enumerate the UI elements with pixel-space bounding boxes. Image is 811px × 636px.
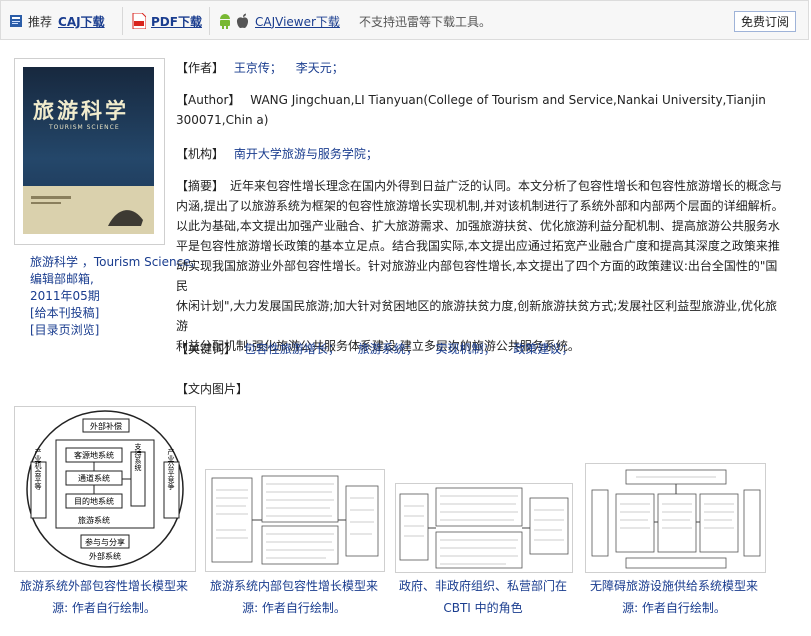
flowchart-thumbnail [211, 475, 379, 565]
journal-cover-image[interactable]: 旅游科学 TOURISM SCIENCE [23, 67, 154, 234]
figure-caption[interactable]: 政府、非政府组织、私营部门在 CBTI 中的角色 [393, 575, 573, 619]
figures-heading: 【文内图片】 [176, 379, 788, 399]
abstract-line: 动实现我国旅游业外部包容性增长。针对旅游业内部包容性增长,本文提出了四个方面的政… [176, 259, 778, 293]
author-link[interactable]: 李天元； [296, 61, 344, 75]
figure-caption[interactable]: 无障碍旅游设施供给系统模型来 源: 作者自行绘制。 [584, 575, 764, 619]
abstract-line: 休闲计划",大力发展国民旅游;加大针对贫困地区的旅游扶贫力度,创新旅游扶贫方式;… [176, 299, 778, 333]
system-model-diagram: 外部补偿 产业机会平等 产业公平竞争 客源地系统 通道系统 目的地系统 支持系统… [26, 410, 184, 568]
keyword-link[interactable]: 政策建议； [513, 342, 573, 356]
apple-icon [236, 13, 249, 29]
keywords-row: 【关键词】 包容性旅游增长； 旅游系统； 实现机制； 政策建议； [176, 339, 788, 359]
facility-model-thumbnail [591, 469, 761, 569]
submit-link[interactable]: [给本刊投稿] [30, 306, 99, 320]
institution-link[interactable]: 南开大学旅游与服务学院； [234, 147, 378, 161]
diagram-label: 通道系统 [78, 473, 110, 483]
caption-line: 源: 作者自行绘制。 [52, 601, 156, 615]
figure-thumbnail[interactable]: 外部补偿 产业机会平等 产业公平竞争 客源地系统 通道系统 目的地系统 支持系统… [14, 406, 196, 572]
author-label: 【作者】 [176, 61, 225, 75]
cajviewer-item: CAJViewer下载 [218, 12, 340, 30]
download-note: 不支持迅雷等下载工具。 [359, 12, 491, 30]
keywords-label: 【关键词】 [176, 342, 237, 356]
editorial-email[interactable]: 编辑部邮箱, [30, 271, 160, 288]
recommend-item: 推荐 CAJ下载 [9, 12, 105, 30]
abstract-block: 【摘要】 近年来包容性增长理念在国内外得到日益广泛的认同。本文分析了包容性增长和包… [176, 176, 788, 356]
journal-info: 旅游科学 ，Tourism Science, 编辑部邮箱, 2011年05期 [… [30, 254, 194, 339]
caption-line: 无障碍旅游设施供给系统模型来 [589, 579, 758, 593]
keyword-link[interactable]: 旅游系统； [358, 342, 418, 356]
figures-label: 【文内图片】 [176, 382, 249, 396]
pdf-item: PDF下载 [132, 12, 202, 30]
journal-name-link[interactable]: 旅游科学 ，Tourism Science, [30, 255, 194, 269]
download-toolbar: 推荐 CAJ下载 PDF下载 CAJViewer下载 不支持迅雷等下载工具。 免… [0, 0, 809, 40]
cover-band [23, 186, 154, 234]
android-icon [218, 13, 232, 29]
caption-line: CBTI 中的角色 [443, 601, 523, 615]
recommend-label: 推荐 [28, 14, 53, 29]
abstract-line: 以此为基础,本文提出加强产业融合、扩大旅游需求、加强旅游扶贫、优化旅游利益分配机… [176, 219, 780, 233]
abstract-label: 【摘要】 [176, 179, 225, 193]
institution-label: 【机构】 [176, 147, 225, 161]
figure-thumbnail[interactable] [205, 469, 385, 572]
cover-decoration [31, 196, 143, 226]
abstract-line: 平是包容性旅游增长政策的基本立足点。结合我国实际,本文提出应通过拓宽产业融合广度… [176, 239, 780, 253]
download-note-text: 不支持迅雷等下载工具。 [359, 14, 492, 29]
book-icon [9, 14, 23, 28]
pdf-download-link[interactable]: PDF下载 [151, 13, 202, 30]
roles-diagram-thumbnail [399, 487, 569, 569]
figure-caption[interactable]: 旅游系统外部包容性增长模型来 源: 作者自行绘制。 [14, 575, 194, 619]
caption-line: 旅游系统内部包容性增长模型来 [209, 579, 378, 593]
diagram-label: 参与与分享 [85, 537, 125, 547]
cover-subtitle: TOURISM SCIENCE [49, 124, 120, 131]
caption-line: 源: 作者自行绘制。 [622, 601, 726, 615]
toolbar-divider [122, 7, 123, 35]
free-subscribe-button[interactable]: 免费订阅 [733, 11, 796, 32]
journal-cover-frame: 旅游科学 TOURISM SCIENCE [14, 58, 165, 245]
author-en-label: 【Author】 [176, 93, 241, 107]
issue-link[interactable]: 2011年05期 [30, 289, 100, 303]
authors-row: 【作者】 王京传； 李天元； [176, 58, 788, 78]
figure-thumbnail[interactable] [395, 483, 573, 573]
diagram-label: 产业公平竞争 [167, 447, 175, 491]
keyword-link[interactable]: 包容性旅游增长； [244, 342, 340, 356]
diagram-label: 产业机会平等 [34, 447, 42, 490]
institution-row: 【机构】 南开大学旅游与服务学院； [176, 144, 788, 164]
figure-thumbnail[interactable] [585, 463, 766, 573]
diagram-label: 外部系统 [89, 551, 121, 561]
diagram-label: 旅游系统 [78, 515, 110, 525]
cover-title: 旅游科学 [33, 98, 129, 123]
abstract-line: 内涵,提出了以旅游系统为框架的包容性旅游增长实现机制,并对该机制进行了系统外部和… [176, 199, 784, 213]
caption-line: 政府、非政府组织、私营部门在 [398, 579, 567, 593]
diagram-label: 支持系统 [134, 442, 142, 472]
caption-line: 旅游系统外部包容性增长模型来 [19, 579, 188, 593]
diagram-label: 目的地系统 [74, 496, 114, 506]
author-en-row: 【Author】 WANG Jingchuan,LI Tianyuan(Coll… [176, 90, 788, 130]
toolbar-divider [209, 7, 210, 35]
caj-download-link[interactable]: CAJ下载 [58, 13, 105, 30]
diagram-label: 外部补偿 [90, 421, 122, 431]
caption-line: 源: 作者自行绘制。 [242, 601, 346, 615]
keyword-link[interactable]: 实现机制； [436, 342, 496, 356]
figure-caption[interactable]: 旅游系统内部包容性增长模型来 源: 作者自行绘制。 [204, 575, 384, 619]
pdf-icon [132, 12, 147, 30]
cajviewer-download-link[interactable]: CAJViewer下载 [255, 13, 340, 30]
abstract-line: 近年来包容性增长理念在国内外得到日益广泛的认同。本文分析了包容性增长和包容性旅游… [230, 179, 783, 193]
diagram-label: 客源地系统 [74, 450, 114, 460]
toc-link[interactable]: [目录页浏览] [30, 323, 99, 337]
author-link[interactable]: 王京传； [234, 61, 282, 75]
author-en-text: WANG Jingchuan,LI Tianyuan(College of To… [176, 93, 766, 127]
